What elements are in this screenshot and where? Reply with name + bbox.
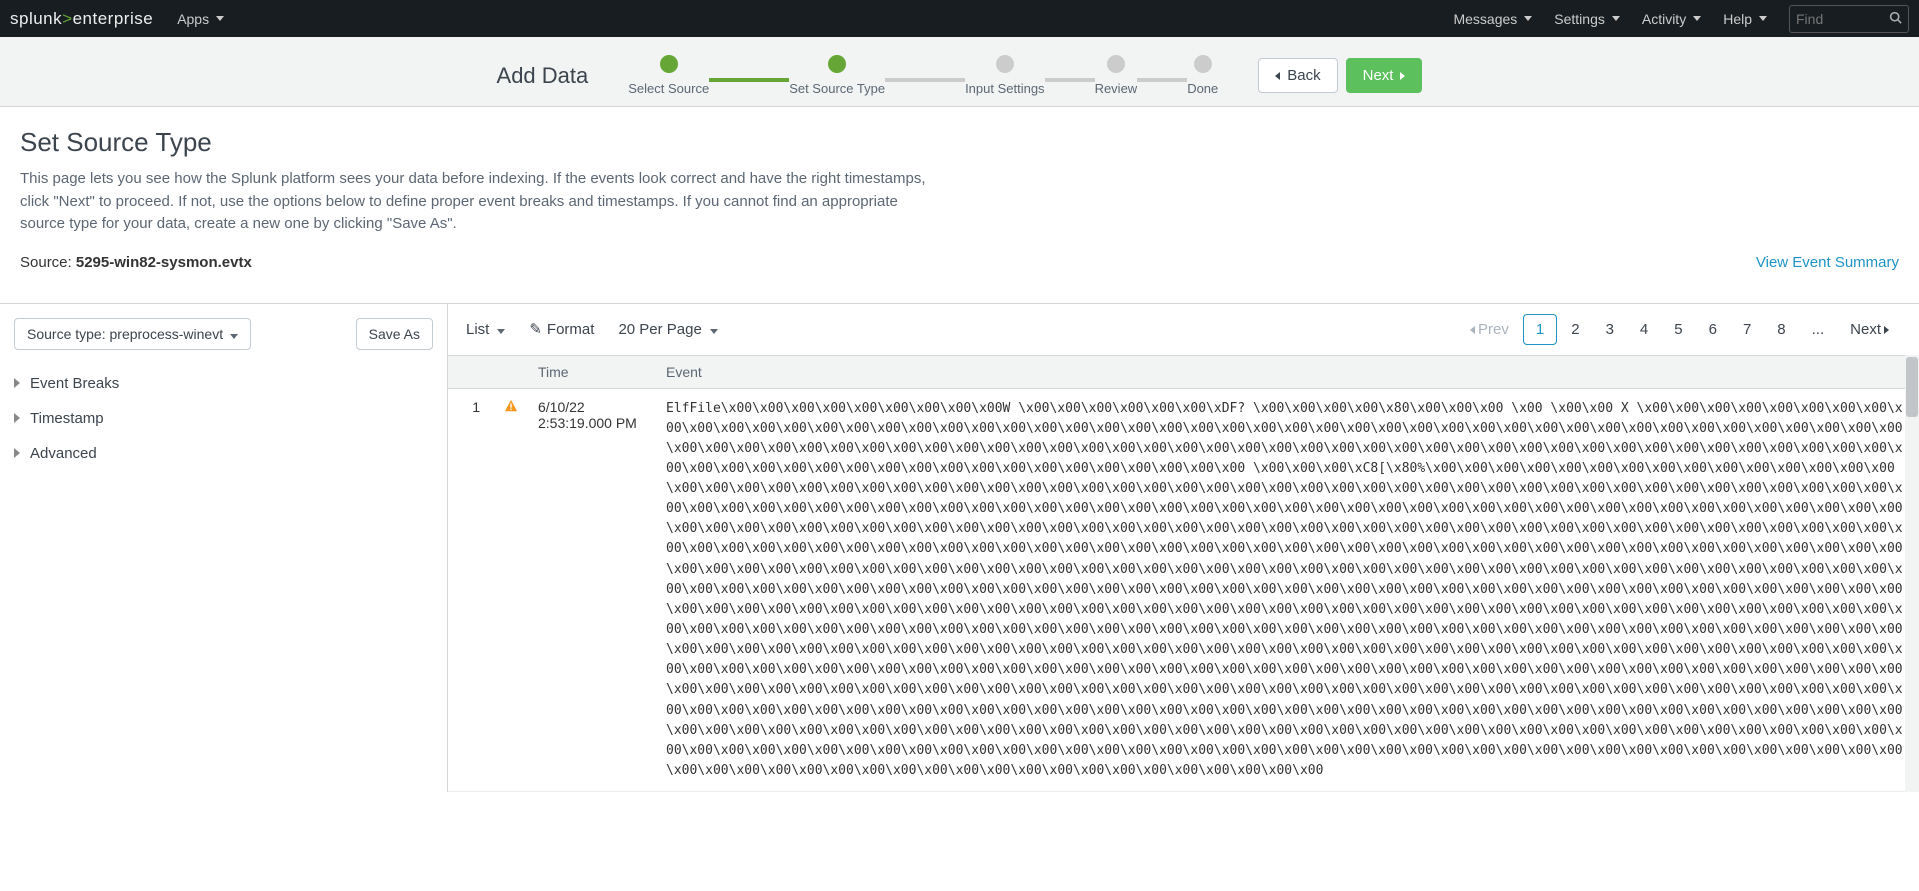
step-review: Review bbox=[1095, 55, 1138, 96]
paginator: Prev 1 2 3 4 5 6 7 8 ... Next bbox=[1458, 314, 1901, 345]
chevron-right-icon bbox=[1881, 321, 1889, 338]
view-event-summary-link[interactable]: View Event Summary bbox=[1756, 254, 1899, 271]
events-table: Time Event 1 6/10/22 2 bbox=[448, 355, 1919, 793]
step-select-source: Select Source bbox=[628, 55, 709, 96]
accordion-timestamp[interactable]: Timestamp bbox=[14, 401, 433, 436]
warning-icon[interactable] bbox=[504, 400, 518, 416]
pager-prev: Prev bbox=[1458, 315, 1521, 344]
page-description: This page lets you see how the Splunk pl… bbox=[20, 168, 940, 236]
settings-menu[interactable]: Settings bbox=[1554, 11, 1620, 27]
apps-label: Apps bbox=[177, 11, 209, 27]
chevron-down-icon bbox=[227, 326, 238, 342]
pager-page-6[interactable]: 6 bbox=[1697, 315, 1729, 344]
perpage-dropdown[interactable]: 20 Per Page bbox=[618, 321, 717, 338]
page-title: Set Source Type bbox=[20, 127, 1899, 158]
scrollbar-thumb[interactable] bbox=[1906, 357, 1918, 417]
brand-logo[interactable]: splunk>enterprise bbox=[10, 9, 153, 29]
col-header-warn bbox=[492, 355, 526, 388]
brand-prefix: splunk bbox=[10, 9, 62, 28]
table-row: 1 6/10/22 2:53:19.000 PM ElfFile\x00\x00… bbox=[448, 388, 1919, 792]
source-label: Source: 5295-win82-sysmon.evtx bbox=[20, 254, 252, 271]
save-as-button[interactable]: Save As bbox=[356, 318, 433, 350]
row-time: 6/10/22 2:53:19.000 PM bbox=[526, 388, 654, 792]
chevron-down-icon bbox=[494, 321, 505, 338]
pager-page-7[interactable]: 7 bbox=[1731, 315, 1763, 344]
search-input[interactable] bbox=[1796, 11, 1876, 27]
pager-page-4[interactable]: 4 bbox=[1628, 315, 1660, 344]
event-raw-text: ElfFile\x00\x00\x00\x00\x00\x00\x00\x00\… bbox=[666, 399, 1907, 782]
row-index: 1 bbox=[448, 388, 492, 792]
next-button[interactable]: Next bbox=[1346, 58, 1423, 93]
step-set-source-type: Set Source Type bbox=[789, 55, 885, 96]
pager-page-3[interactable]: 3 bbox=[1594, 315, 1626, 344]
col-header-event: Event bbox=[654, 355, 1919, 388]
chevron-right-icon bbox=[14, 410, 20, 427]
pager-ellipsis[interactable]: ... bbox=[1800, 315, 1837, 344]
left-pane: Source type: preprocess-winevt Save As E… bbox=[0, 304, 448, 793]
wizard-bar: Add Data Select Source Set Source Type I… bbox=[0, 37, 1919, 107]
activity-menu[interactable]: Activity bbox=[1642, 11, 1701, 27]
events-toolbar: List Format 20 Per Page Prev 1 2 3 4 5 6… bbox=[448, 304, 1919, 355]
search-icon bbox=[1889, 11, 1902, 27]
sourcetype-dropdown[interactable]: Source type: preprocess-winevt bbox=[14, 318, 251, 350]
chevron-left-icon bbox=[1470, 321, 1478, 338]
top-nav: splunk>enterprise Apps Messages Settings… bbox=[0, 0, 1919, 37]
wizard-title: Add Data bbox=[497, 63, 589, 89]
pager-page-5[interactable]: 5 bbox=[1662, 315, 1694, 344]
pencil-icon bbox=[529, 320, 542, 338]
pager-page-8[interactable]: 8 bbox=[1765, 315, 1797, 344]
vertical-scrollbar[interactable] bbox=[1905, 355, 1919, 793]
chevron-down-icon bbox=[707, 321, 718, 338]
back-button[interactable]: Back bbox=[1258, 58, 1337, 93]
messages-menu[interactable]: Messages bbox=[1453, 11, 1532, 27]
pager-page-2[interactable]: 2 bbox=[1559, 315, 1591, 344]
chevron-left-icon bbox=[1275, 67, 1283, 84]
pager-next[interactable]: Next bbox=[1838, 315, 1901, 344]
source-filename: 5295-win82-sysmon.evtx bbox=[76, 254, 252, 271]
step-done: Done bbox=[1187, 55, 1218, 96]
global-search[interactable] bbox=[1789, 5, 1909, 33]
list-view-dropdown[interactable]: List bbox=[466, 321, 505, 338]
chevron-right-icon bbox=[14, 375, 20, 392]
accordion-advanced[interactable]: Advanced bbox=[14, 436, 433, 471]
brand-suffix: enterprise bbox=[73, 9, 154, 28]
pager-page-1[interactable]: 1 bbox=[1523, 314, 1557, 345]
wizard-steps: Select Source Set Source Type Input Sett… bbox=[628, 55, 1218, 96]
step-input-settings: Input Settings bbox=[965, 55, 1045, 96]
right-pane: List Format 20 Per Page Prev 1 2 3 4 5 6… bbox=[448, 304, 1919, 793]
accordion-event-breaks[interactable]: Event Breaks bbox=[14, 366, 433, 401]
col-header-time: Time bbox=[526, 355, 654, 388]
chevron-right-icon bbox=[1397, 67, 1405, 84]
col-header-idx bbox=[448, 355, 492, 388]
format-button[interactable]: Format bbox=[529, 320, 594, 338]
apps-menu[interactable]: Apps bbox=[177, 11, 224, 27]
chevron-right-icon bbox=[14, 445, 20, 462]
help-menu[interactable]: Help bbox=[1723, 11, 1767, 27]
